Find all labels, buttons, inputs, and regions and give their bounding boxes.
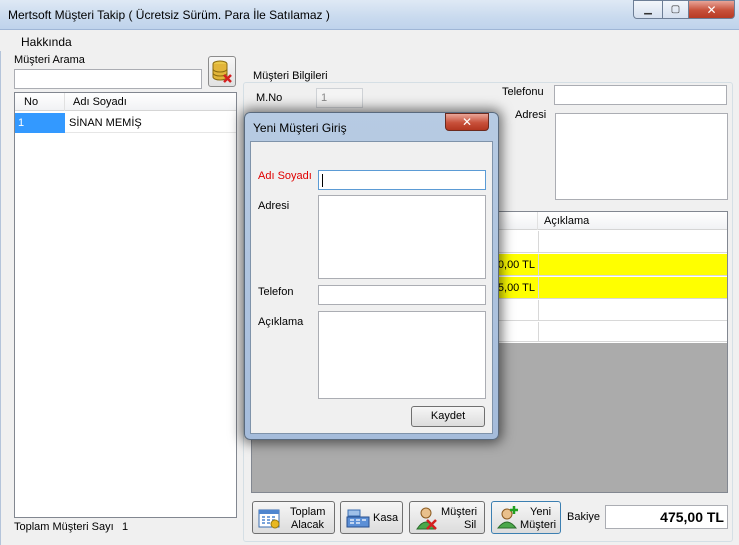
mno-label: M.No xyxy=(256,92,283,104)
address-field[interactable] xyxy=(555,113,728,200)
delete-customer-label-1: Müşteri xyxy=(441,506,478,518)
customer-info-title: Müşteri Bilgileri xyxy=(251,70,330,82)
dialog-address-field[interactable] xyxy=(318,195,486,279)
balance-label: Bakiye xyxy=(567,511,601,523)
total-receivable-button[interactable]: Toplam Alacak xyxy=(252,501,335,534)
delete-customer-button[interactable]: Müşteri Sil xyxy=(409,501,485,534)
save-button[interactable]: Kaydet xyxy=(411,406,485,427)
column-header-no[interactable]: No xyxy=(15,93,65,111)
close-icon: ✕ xyxy=(706,2,717,17)
total-customers-value: 1 xyxy=(122,521,129,533)
close-button[interactable]: ✕ xyxy=(688,0,735,19)
column-header-description[interactable]: Açıklama xyxy=(538,212,727,230)
phone-field[interactable] xyxy=(554,85,727,105)
phone-label: Telefonu xyxy=(502,86,544,98)
user-add-icon xyxy=(497,506,518,529)
dialog-title: Yeni Müşteri Giriş xyxy=(253,121,347,135)
cell-name: SİNAN MEMİŞ xyxy=(65,113,236,133)
search-input[interactable] xyxy=(14,69,202,89)
dialog-phone-field[interactable] xyxy=(318,285,486,305)
menu-about[interactable]: Hakkında xyxy=(21,35,72,49)
delete-customer-label-2: Sil xyxy=(464,519,477,531)
new-customer-label-1: Yeni xyxy=(530,506,552,518)
dialog-name-field[interactable] xyxy=(318,170,486,190)
maximize-button[interactable]: ▢ xyxy=(662,0,689,19)
user-delete-icon xyxy=(416,507,437,530)
dialog-note-field[interactable] xyxy=(318,311,486,399)
maximize-icon: ▢ xyxy=(670,4,681,15)
minimize-icon: ▁ xyxy=(644,4,652,15)
column-header-name[interactable]: Adı Soyadı xyxy=(65,93,236,111)
mno-field: 1 xyxy=(316,88,363,108)
customer-grid[interactable]: No Adı Soyadı 1 SİNAN MEMİŞ xyxy=(14,92,237,518)
customer-grid-header: No Adı Soyadı xyxy=(15,93,236,111)
cell-no: 1 xyxy=(15,113,65,133)
cash-button[interactable]: Kasa xyxy=(340,501,403,534)
cell-divider xyxy=(538,277,539,299)
dialog-address-label: Adresi xyxy=(258,200,290,212)
table-row[interactable]: 1 SİNAN MEMİŞ xyxy=(15,113,236,133)
dialog-name-label: Adı Soyadı xyxy=(258,170,312,182)
cell-divider xyxy=(538,231,539,253)
dialog-phone-label: Telefon xyxy=(258,286,294,298)
text-caret xyxy=(322,174,323,187)
database-delete-icon xyxy=(212,60,232,83)
cell-divider xyxy=(538,322,539,342)
cell-divider xyxy=(538,254,539,276)
new-customer-label-2: Müşteri xyxy=(520,519,557,531)
dialog-close-button[interactable]: ✕ xyxy=(445,113,489,131)
close-icon: ✕ xyxy=(461,115,473,129)
cell-divider xyxy=(538,300,539,321)
menu-bar xyxy=(0,31,739,51)
total-receivable-label-1: Toplam xyxy=(290,506,326,518)
address-label: Adresi xyxy=(515,109,547,121)
new-customer-button[interactable]: Yeni Müşteri xyxy=(491,501,561,534)
minimize-button[interactable]: ▁ xyxy=(633,0,663,19)
balance-field: 475,00 TL xyxy=(605,505,728,529)
cash-label: Kasa xyxy=(373,512,399,524)
search-button[interactable] xyxy=(208,56,236,87)
dialog-body: Adı Soyadı Adresi Telefon Açıklama Kayde… xyxy=(250,141,493,434)
window-title: Mertsoft Müşteri Takip ( Ücretsiz Sürüm.… xyxy=(8,8,330,22)
new-customer-dialog: Yeni Müşteri Giriş ✕ Adı Soyadı Adresi T… xyxy=(244,112,499,440)
total-customers-label: Toplam Müşteri Sayı xyxy=(14,521,114,533)
search-label: Müşteri Arama xyxy=(14,54,85,66)
dialog-note-label: Açıklama xyxy=(258,316,304,328)
calendar-icon xyxy=(258,509,280,529)
total-receivable-label-2: Alacak xyxy=(291,519,325,531)
cash-register-icon xyxy=(346,509,370,528)
